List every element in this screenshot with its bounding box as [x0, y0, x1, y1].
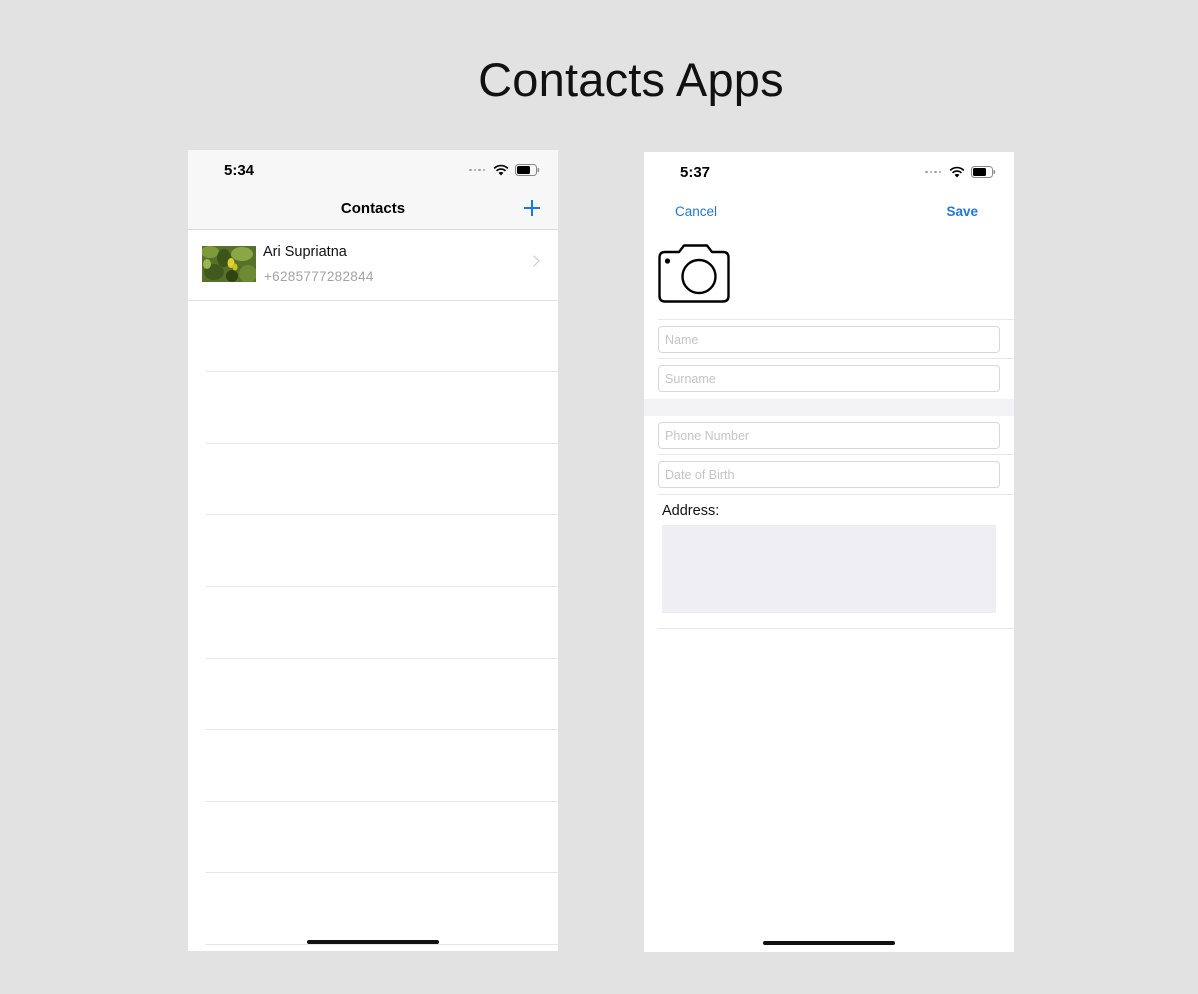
wifi-icon	[493, 164, 509, 176]
address-label: Address:	[662, 503, 720, 519]
address-textarea[interactable]	[662, 525, 996, 613]
add-photo-button[interactable]	[657, 244, 731, 304]
add-contact-button[interactable]	[522, 198, 542, 218]
home-indicator[interactable]	[307, 940, 439, 944]
save-button[interactable]: Save	[946, 204, 978, 219]
contact-name: Ari Supriatna	[263, 244, 347, 260]
name-field[interactable]	[658, 326, 1000, 353]
contact-row[interactable]: Ari Supriatna +6285777282844	[188, 230, 558, 301]
row-separator	[206, 586, 558, 587]
field-separator	[658, 628, 1014, 629]
row-separator	[206, 801, 558, 802]
field-separator	[658, 319, 1014, 320]
status-bar: 5:34	[188, 150, 558, 194]
field-separator	[658, 358, 1014, 359]
battery-icon	[971, 166, 996, 178]
field-separator	[658, 494, 1014, 495]
row-separator	[206, 371, 558, 372]
nav-title: Contacts	[340, 200, 406, 217]
wifi-icon	[949, 166, 965, 178]
contact-photo	[202, 246, 256, 282]
row-separator	[206, 658, 558, 659]
section-divider	[644, 399, 1014, 416]
signal-icon	[469, 168, 485, 172]
status-time: 5:34	[224, 162, 255, 179]
row-separator	[206, 729, 558, 730]
contacts-list-screen: 5:34 Contacts Ari Supriatna +62857772828…	[188, 150, 558, 951]
status-time: 5:37	[680, 164, 711, 181]
cancel-button[interactable]: Cancel	[675, 204, 717, 219]
camera-icon	[658, 244, 730, 303]
home-indicator[interactable]	[763, 941, 895, 945]
signal-icon	[925, 170, 941, 174]
row-separator	[206, 514, 558, 515]
add-contact-screen: 5:37 Cancel Save Addre	[644, 152, 1014, 952]
status-bar: 5:37	[644, 152, 1014, 196]
row-separator	[206, 944, 558, 945]
row-separator	[206, 443, 558, 444]
phone-number-field[interactable]	[658, 422, 1000, 449]
row-separator	[206, 872, 558, 873]
status-icons	[469, 164, 540, 176]
field-separator	[658, 454, 1014, 455]
contact-phone: +6285777282844	[264, 269, 374, 284]
nav-bar: Contacts	[188, 194, 558, 230]
battery-icon	[515, 164, 540, 176]
date-of-birth-field[interactable]	[658, 461, 1000, 488]
chevron-right-icon	[528, 255, 540, 267]
surname-field[interactable]	[658, 365, 1000, 392]
page-title: Contacts Apps	[478, 53, 784, 106]
status-icons	[925, 166, 996, 178]
